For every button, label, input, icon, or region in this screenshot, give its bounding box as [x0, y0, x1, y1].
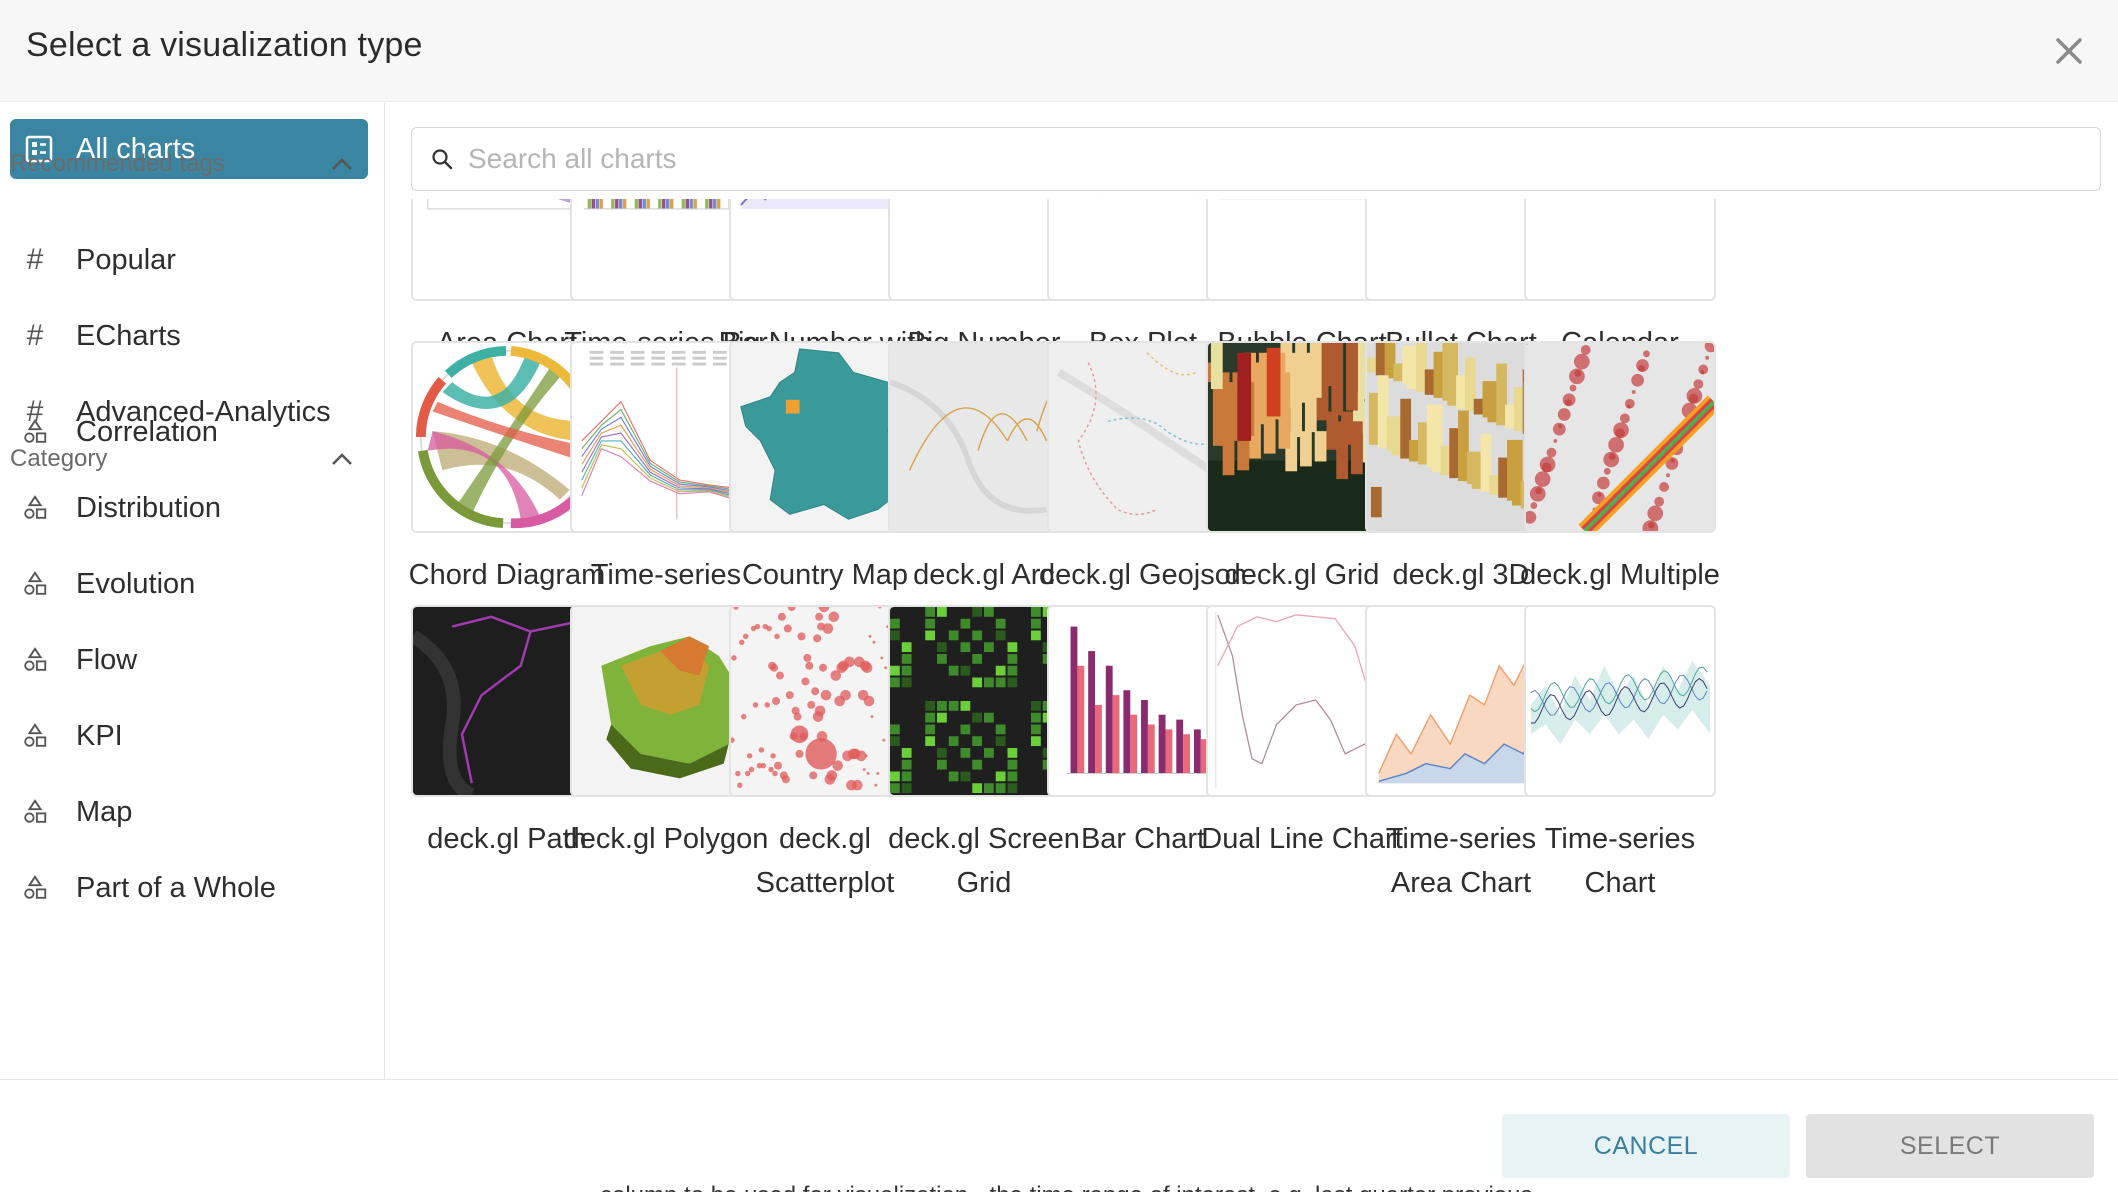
search-box[interactable]: [411, 127, 2101, 191]
chart-card-time-series-chart[interactable]: Time-series Chart: [1524, 605, 1716, 905]
chart-thumbnail-image: [1526, 607, 1714, 795]
search-icon: [432, 149, 453, 170]
sidebar-tag-popular[interactable]: # Popular: [20, 232, 370, 288]
modal-footer: CANCEL SELECT: [0, 1079, 2118, 1192]
sidebar-item-label: Flow: [76, 643, 138, 676]
chart-thumbnail-image: [1526, 199, 1714, 299]
shapes-icon: [20, 645, 50, 675]
sidebar-item-label: Popular: [76, 243, 176, 276]
sidebar-item-label: Distribution: [76, 491, 222, 524]
hash-icon: #: [26, 319, 44, 352]
search-input[interactable]: [468, 143, 1968, 175]
chart-thumbnail[interactable]: [1524, 199, 1716, 301]
sidebar-category-map[interactable]: Map: [20, 784, 370, 840]
recommended-tags-label: Recommended tags: [10, 150, 225, 177]
sidebar-category-part-of-a-whole[interactable]: Part of a Whole: [20, 860, 370, 916]
sidebar-item-label: Map: [76, 795, 133, 828]
sidebar-item-label: Correlation: [76, 415, 218, 448]
chart-thumbnail[interactable]: [1524, 605, 1716, 797]
sidebar-category-flow[interactable]: Flow: [20, 632, 370, 688]
chart-thumbnail-image: [1526, 343, 1714, 531]
sidebar-category-kpi[interactable]: KPI: [20, 708, 370, 764]
chart-card-deck-gl-multiple-layers[interactable]: deck.gl Multiple Layers: [1520, 341, 1720, 641]
modal-title: Select a visualization type: [26, 26, 423, 64]
shapes-icon: [20, 493, 50, 523]
sidebar-item-label: KPI: [76, 719, 123, 752]
recommended-tags-header[interactable]: Recommended tags: [10, 144, 355, 184]
chevron-up-icon: [332, 158, 352, 170]
shapes-icon: [20, 721, 50, 751]
chart-card-label: Time-series Chart: [1544, 823, 1696, 899]
cancel-button[interactable]: CANCEL: [1502, 1114, 1790, 1178]
sidebar-category-distribution[interactable]: Distribution: [20, 480, 370, 536]
shapes-icon: [20, 417, 50, 447]
shapes-icon: [20, 569, 50, 599]
sidebar-item-label: Part of a Whole: [76, 871, 276, 904]
hash-icon: #: [26, 243, 44, 276]
sidebar-category-evolution[interactable]: Evolution: [20, 556, 370, 612]
modal-header: Select a visualization type: [0, 0, 2118, 102]
chart-grid: Area ChartTime-series Bar ChartBig Numbe…: [386, 199, 2118, 1079]
background-page-text: column to be used for visualization · th…: [600, 1182, 1532, 1192]
sidebar-tag-echarts[interactable]: # ECharts: [20, 308, 370, 364]
chart-thumbnail[interactable]: [1524, 341, 1716, 533]
sidebar-item-label: Evolution: [76, 567, 196, 600]
shapes-icon: [20, 797, 50, 827]
sidebar: All charts Recommended tags # Popular # ECh…: [0, 103, 385, 1079]
sidebar-category-correlation[interactable]: Correlation: [20, 404, 370, 460]
chart-gallery: Area ChartTime-series Bar ChartBig Numbe…: [386, 103, 2118, 1079]
shapes-icon: [20, 873, 50, 903]
select-button[interactable]: SELECT: [1806, 1114, 2094, 1178]
sidebar-item-label: ECharts: [76, 319, 181, 352]
close-icon[interactable]: [2048, 30, 2090, 72]
